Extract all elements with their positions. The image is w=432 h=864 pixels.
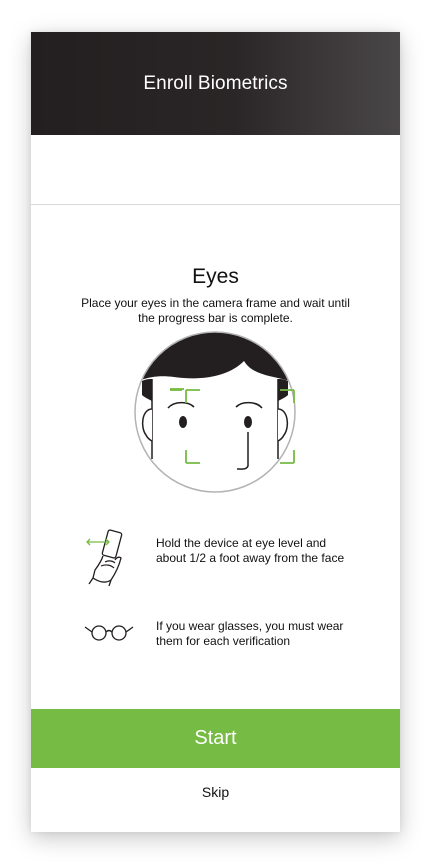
section-title: Eyes bbox=[192, 265, 239, 288]
tip-text: Hold the device at eye level and about 1… bbox=[156, 536, 345, 565]
app-header: Enroll Biometrics bbox=[31, 32, 400, 135]
skip-link[interactable]: Skip bbox=[31, 784, 400, 800]
tip-text: If you wear glasses, you must wear them … bbox=[156, 619, 344, 648]
glasses-icon bbox=[81, 616, 136, 651]
face-illustration bbox=[134, 331, 296, 493]
right-eye bbox=[244, 416, 252, 428]
progress-area bbox=[31, 135, 400, 205]
tip-item: Hold the device at eye level and about 1… bbox=[81, 528, 371, 588]
section-description: Place your eyes in the camera frame and … bbox=[81, 296, 350, 325]
hand-holding-phone-icon bbox=[81, 528, 136, 593]
page-title: Enroll Biometrics bbox=[143, 72, 288, 94]
left-eye bbox=[179, 416, 187, 428]
enroll-screen: Enroll Biometrics Eyes Place your eyes i… bbox=[31, 32, 400, 832]
tip-item: If you wear glasses, you must wear them … bbox=[81, 614, 371, 674]
start-button[interactable]: Start bbox=[31, 709, 400, 768]
